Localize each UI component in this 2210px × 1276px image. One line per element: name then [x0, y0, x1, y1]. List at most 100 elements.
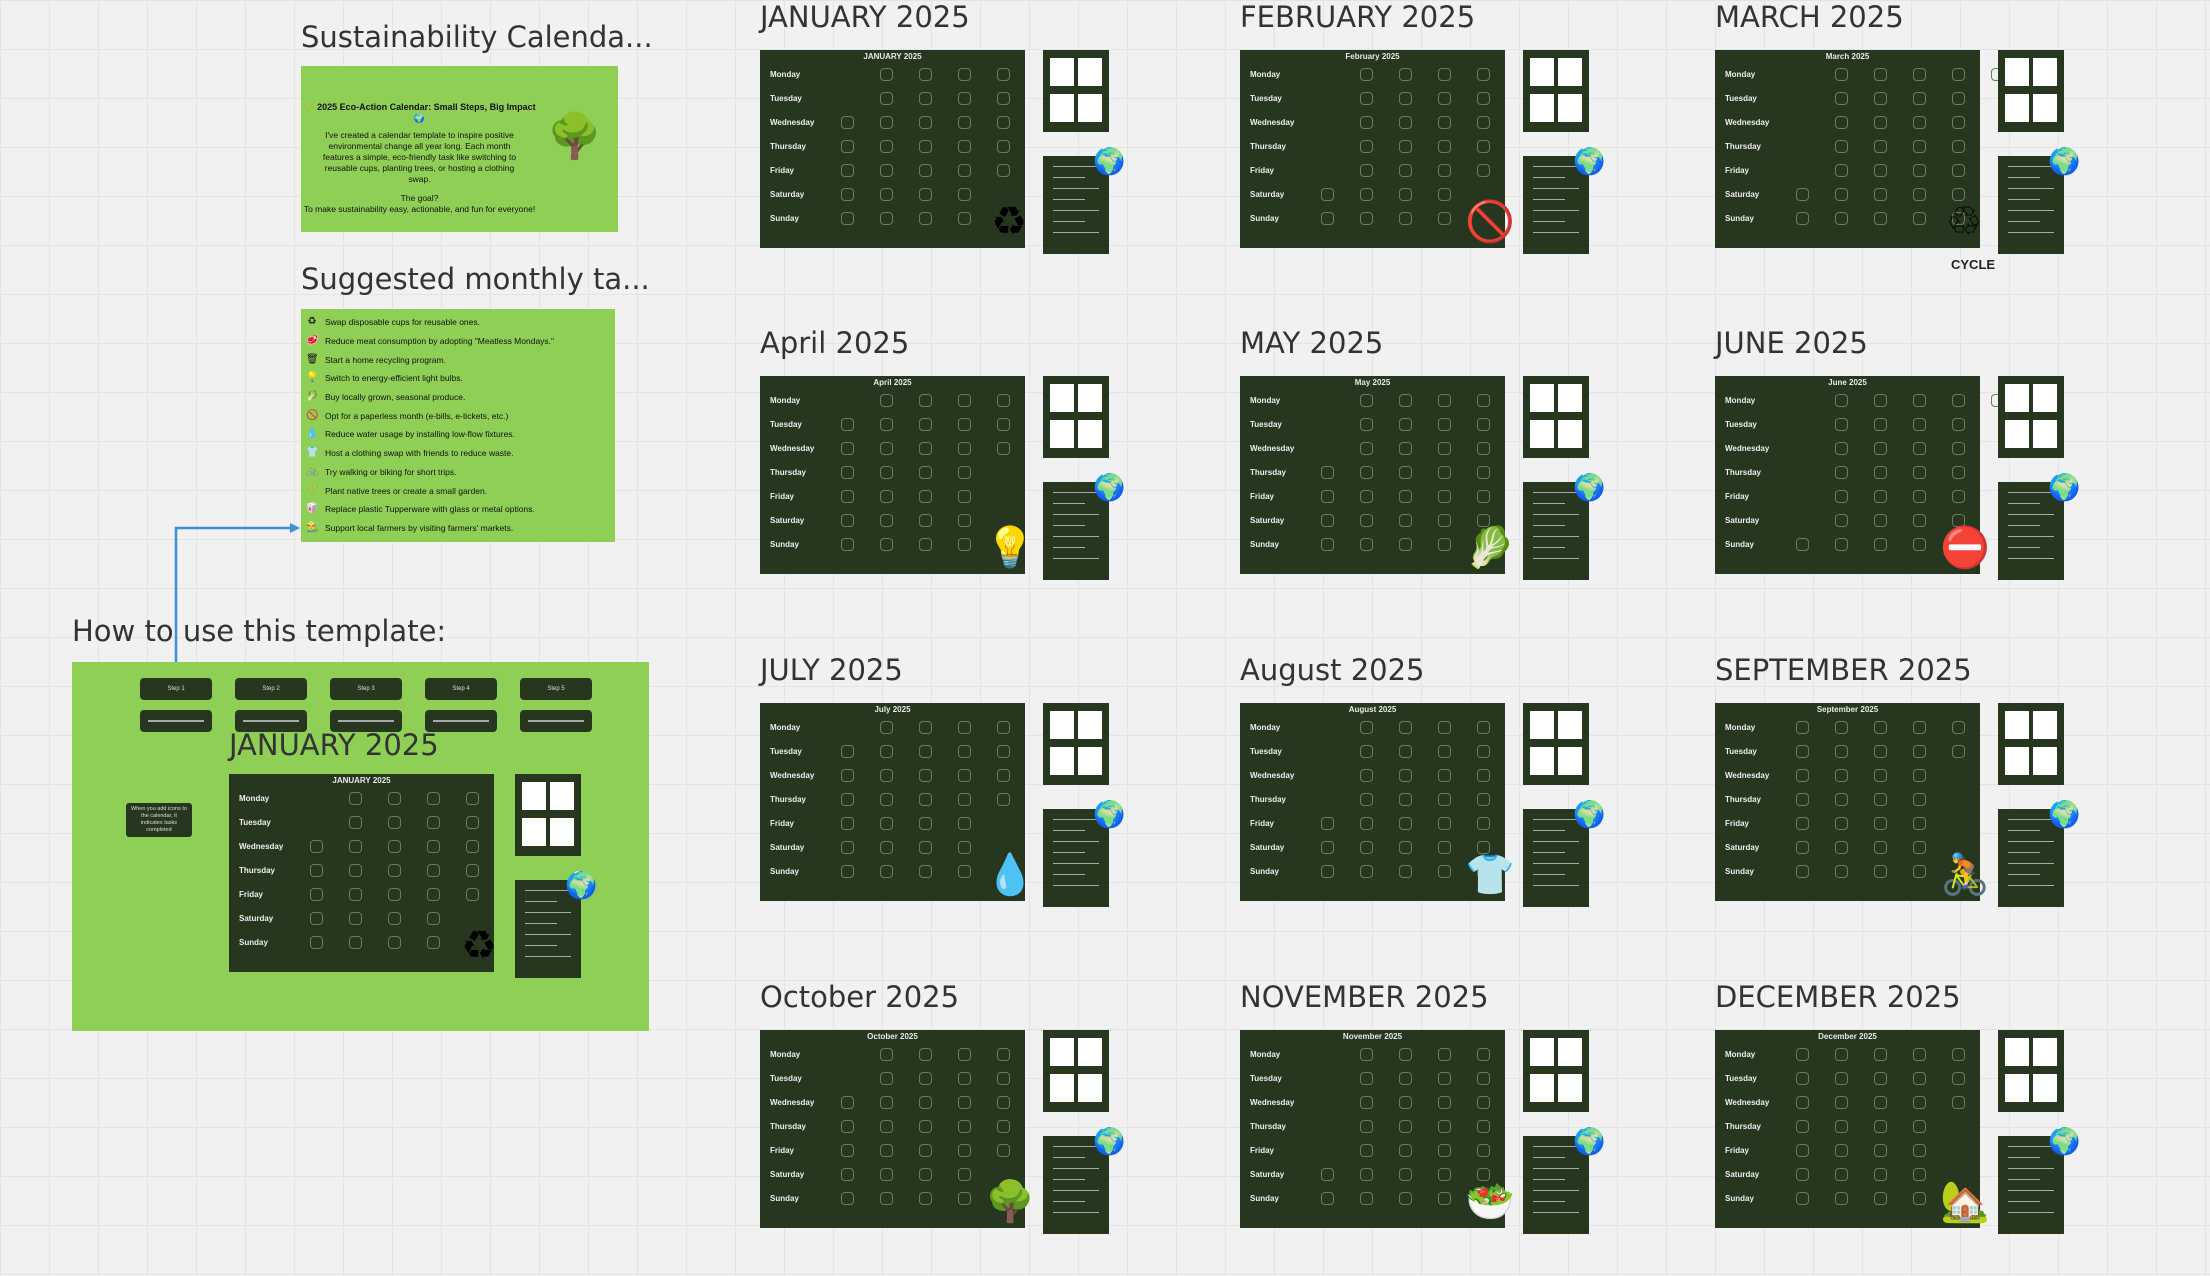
day-checkbox[interactable]: [349, 864, 362, 877]
day-checkbox[interactable]: [880, 68, 893, 81]
day-checkbox[interactable]: [1477, 769, 1490, 782]
day-checkbox[interactable]: [997, 745, 1010, 758]
day-checkbox[interactable]: [841, 1144, 854, 1157]
day-checkbox[interactable]: [1796, 817, 1809, 830]
day-checkbox[interactable]: [349, 840, 362, 853]
day-checkbox[interactable]: [1438, 1120, 1451, 1133]
day-checkbox[interactable]: [880, 442, 893, 455]
day-checkbox[interactable]: [841, 514, 854, 527]
day-checkbox[interactable]: [919, 1168, 932, 1181]
day-checkbox[interactable]: [1913, 164, 1926, 177]
day-checkbox[interactable]: [1952, 164, 1965, 177]
day-checkbox[interactable]: [919, 116, 932, 129]
task-item[interactable]: 💡 Switch to energy-efficient light bulbs.: [301, 369, 615, 388]
day-checkbox[interactable]: [1874, 1072, 1887, 1085]
day-checkbox[interactable]: [1835, 68, 1848, 81]
day-checkbox[interactable]: [841, 793, 854, 806]
day-checkbox[interactable]: [841, 1168, 854, 1181]
day-checkbox[interactable]: [997, 140, 1010, 153]
day-checkbox[interactable]: [1796, 188, 1809, 201]
day-checkbox[interactable]: [1438, 140, 1451, 153]
day-checkbox[interactable]: [919, 769, 932, 782]
day-checkbox[interactable]: [841, 817, 854, 830]
day-checkbox[interactable]: [997, 793, 1010, 806]
task-item[interactable]: 🥬 Buy locally grown, seasonal produce.: [301, 388, 615, 407]
day-checkbox[interactable]: [1360, 1072, 1373, 1085]
day-checkbox[interactable]: [919, 841, 932, 854]
day-checkbox[interactable]: [1796, 1168, 1809, 1181]
month-title[interactable]: August 2025: [1240, 653, 1425, 687]
day-checkbox[interactable]: [919, 442, 932, 455]
day-checkbox[interactable]: [1477, 92, 1490, 105]
day-checkbox[interactable]: [1913, 116, 1926, 129]
day-checkbox[interactable]: [1399, 514, 1412, 527]
day-checkbox[interactable]: [310, 888, 323, 901]
howto-card[interactable]: Step 1 Step 2 Step 3 Step 4 Step 5 When you …: [72, 662, 649, 1031]
day-checkbox[interactable]: [919, 745, 932, 758]
day-checkbox[interactable]: [466, 888, 479, 901]
day-checkbox[interactable]: [1874, 817, 1887, 830]
day-checkbox[interactable]: [1796, 1120, 1809, 1133]
day-checkbox[interactable]: [1477, 394, 1490, 407]
day-checkbox[interactable]: [1438, 1096, 1451, 1109]
day-checkbox[interactable]: [880, 116, 893, 129]
day-checkbox[interactable]: [1874, 721, 1887, 734]
day-checkbox[interactable]: [427, 864, 440, 877]
day-checkbox[interactable]: [1874, 68, 1887, 81]
day-checkbox[interactable]: [919, 68, 932, 81]
day-checkbox[interactable]: [919, 418, 932, 431]
day-checkbox[interactable]: [1477, 490, 1490, 503]
day-checkbox[interactable]: [919, 140, 932, 153]
day-checkbox[interactable]: [1399, 140, 1412, 153]
day-checkbox[interactable]: [880, 1096, 893, 1109]
day-checkbox[interactable]: [1360, 164, 1373, 177]
day-checkbox[interactable]: [1874, 1048, 1887, 1061]
day-checkbox[interactable]: [1399, 68, 1412, 81]
day-checkbox[interactable]: [880, 538, 893, 551]
day-checkbox[interactable]: [958, 538, 971, 551]
day-checkbox[interactable]: [1913, 1120, 1926, 1133]
day-checkbox[interactable]: [880, 418, 893, 431]
day-checkbox[interactable]: [427, 888, 440, 901]
day-checkbox[interactable]: [1913, 418, 1926, 431]
day-checkbox[interactable]: [1796, 865, 1809, 878]
day-checkbox[interactable]: [1321, 538, 1334, 551]
day-checkbox[interactable]: [997, 721, 1010, 734]
day-checkbox[interactable]: [1796, 841, 1809, 854]
month-title[interactable]: DECEMBER 2025: [1715, 980, 1961, 1014]
day-checkbox[interactable]: [1321, 514, 1334, 527]
day-checkbox[interactable]: [1399, 1048, 1412, 1061]
day-checkbox[interactable]: [958, 1096, 971, 1109]
day-checkbox[interactable]: [880, 1144, 893, 1157]
day-checkbox[interactable]: [349, 792, 362, 805]
day-checkbox[interactable]: [841, 841, 854, 854]
day-checkbox[interactable]: [841, 164, 854, 177]
tasks-card-title[interactable]: Suggested monthly ta...: [301, 262, 650, 296]
step-button[interactable]: Step 4: [425, 678, 497, 700]
day-checkbox[interactable]: [1913, 442, 1926, 455]
day-checkbox[interactable]: [880, 164, 893, 177]
day-checkbox[interactable]: [1952, 140, 1965, 153]
day-checkbox[interactable]: [1913, 140, 1926, 153]
day-checkbox[interactable]: [466, 792, 479, 805]
day-checkbox[interactable]: [997, 1144, 1010, 1157]
day-checkbox[interactable]: [997, 394, 1010, 407]
day-checkbox[interactable]: [1360, 721, 1373, 734]
day-checkbox[interactable]: [1874, 841, 1887, 854]
day-checkbox[interactable]: [1952, 1048, 1965, 1061]
day-checkbox[interactable]: [1360, 212, 1373, 225]
day-checkbox[interactable]: [919, 1120, 932, 1133]
day-checkbox[interactable]: [1835, 865, 1848, 878]
day-checkbox[interactable]: [1835, 394, 1848, 407]
day-checkbox[interactable]: [1477, 721, 1490, 734]
day-checkbox[interactable]: [1913, 865, 1926, 878]
task-item[interactable]: 🚲 Try walking or biking for short trips.: [301, 463, 615, 482]
day-checkbox[interactable]: [1360, 466, 1373, 479]
day-checkbox[interactable]: [958, 164, 971, 177]
day-checkbox[interactable]: [880, 212, 893, 225]
day-checkbox[interactable]: [880, 490, 893, 503]
day-checkbox[interactable]: [919, 188, 932, 201]
day-checkbox[interactable]: [1438, 442, 1451, 455]
day-checkbox[interactable]: [1952, 745, 1965, 758]
howto-card-title[interactable]: How to use this template:: [72, 614, 446, 648]
